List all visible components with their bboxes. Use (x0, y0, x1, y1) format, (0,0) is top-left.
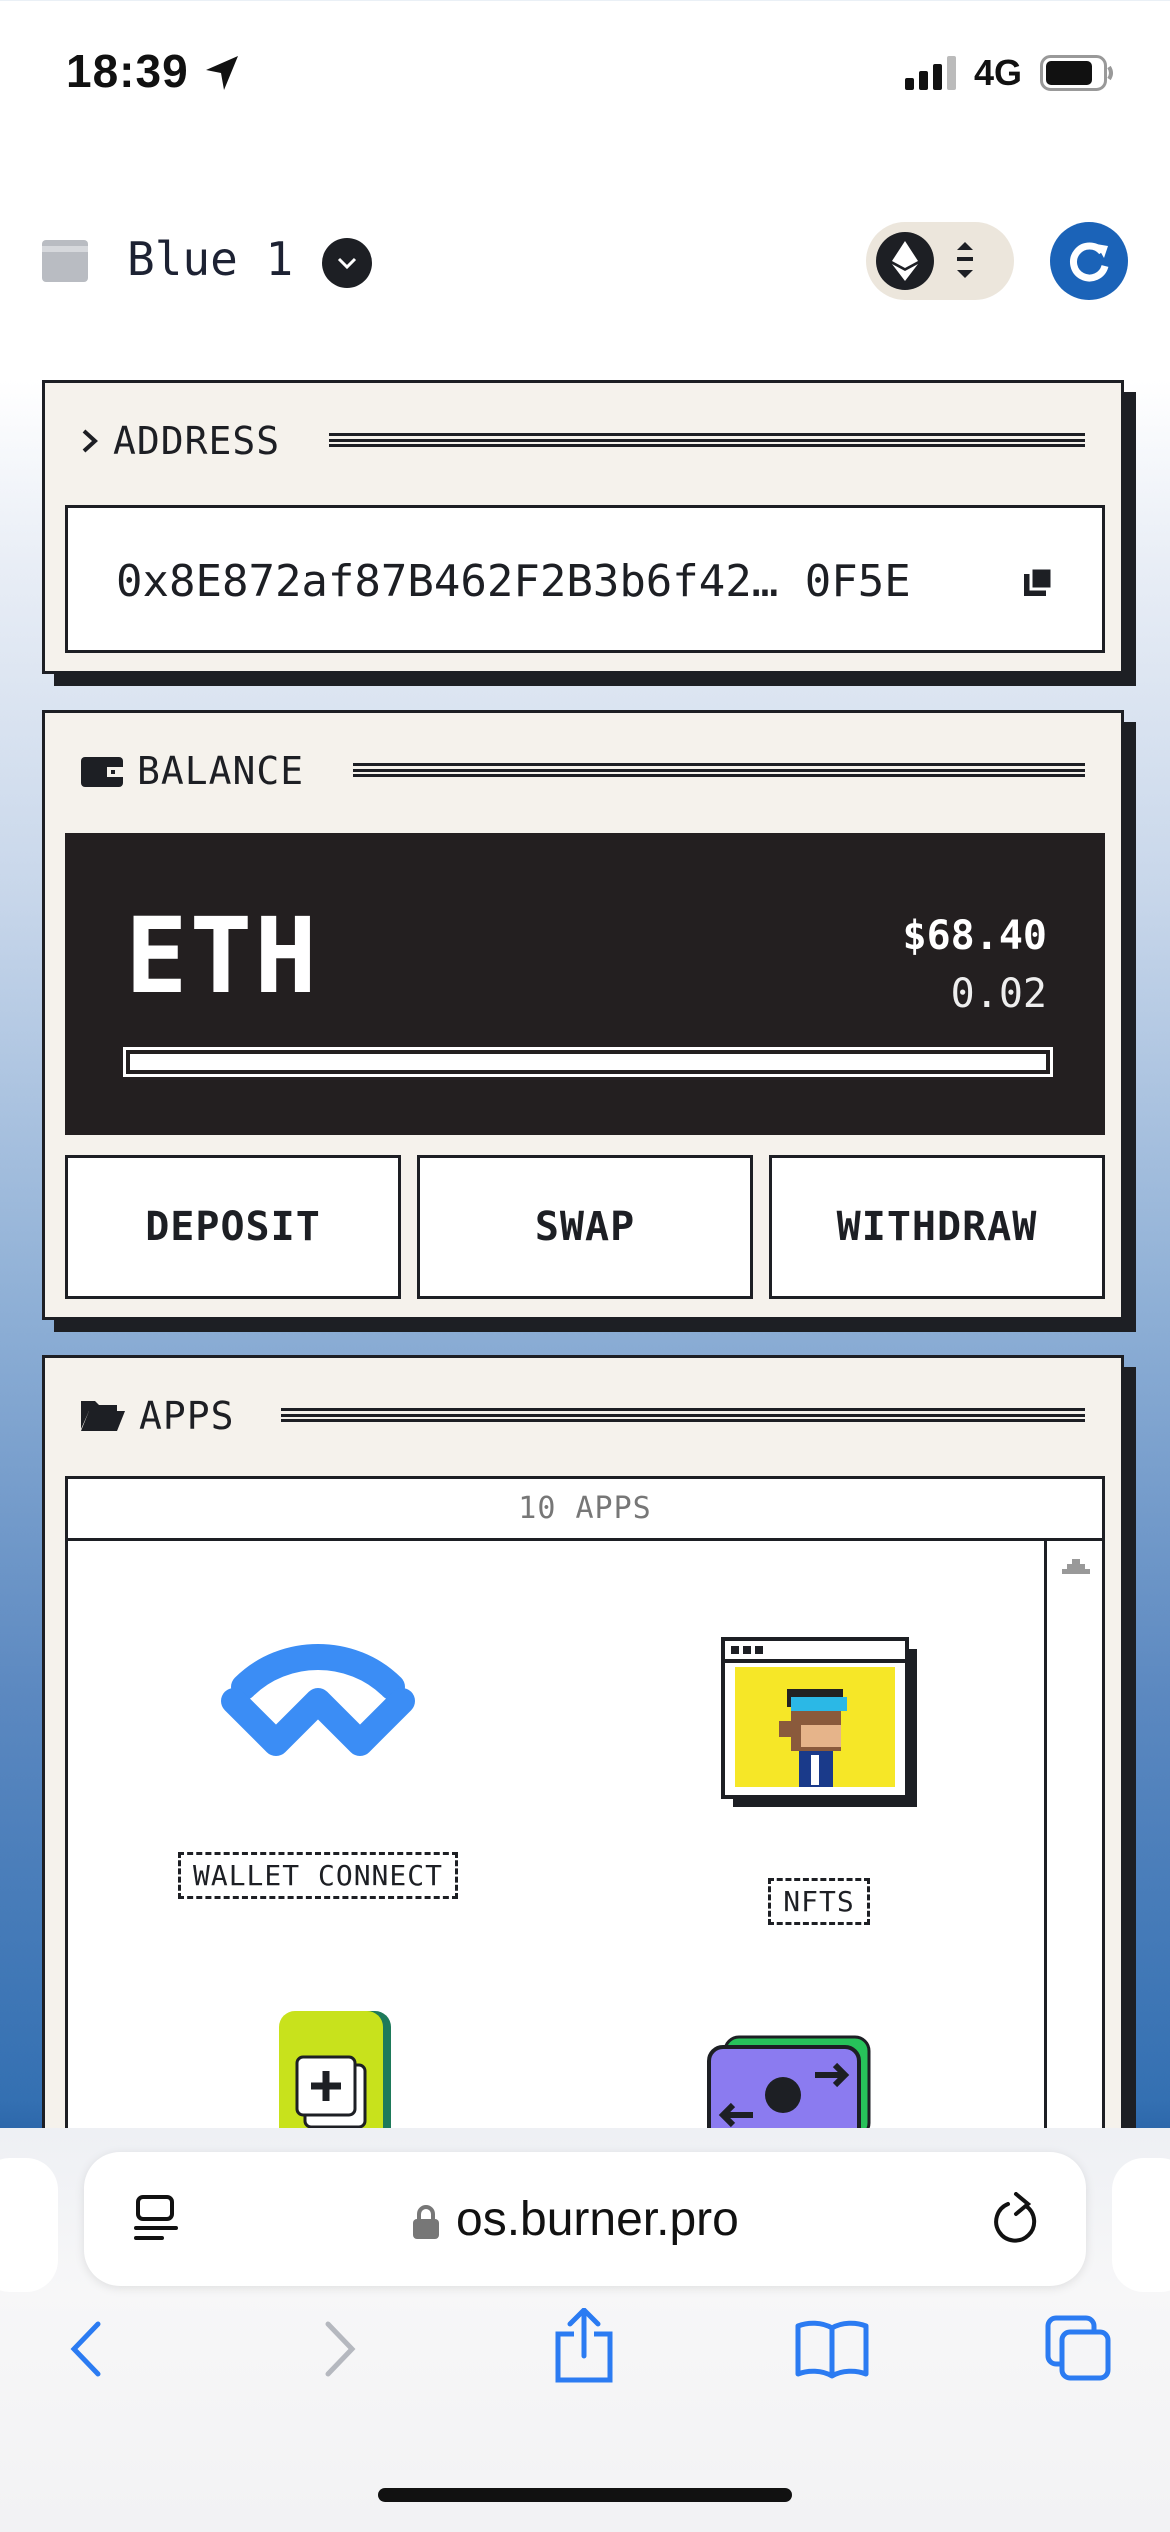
home-indicator (378, 2488, 792, 2502)
wallet-dropdown-button[interactable] (322, 238, 372, 288)
bookmarks-icon[interactable] (794, 2318, 870, 2380)
status-bar: 18:39 4G (0, 0, 1170, 150)
title-divider (329, 433, 1085, 447)
status-time: 18:39 (66, 45, 189, 97)
apps-card: APPS 10 APPS WALLET CONNECT NFTS (42, 1355, 1124, 2255)
app-label: WALLET CONNECT (177, 1852, 458, 1899)
wallet-icon (81, 757, 123, 787)
url-text[interactable]: os.burner.pro (456, 2192, 739, 2247)
network-type: 4G (974, 52, 1023, 93)
network-switcher[interactable] (866, 222, 1014, 300)
apps-grid-window: 10 APPS WALLET CONNECT NFTS (65, 1476, 1105, 2176)
apps-scrollbar[interactable] (1044, 1541, 1102, 2173)
wallet-icon[interactable] (40, 238, 92, 284)
wallet-name[interactable]: Blue 1 (127, 232, 293, 286)
swap-vertical-icon (957, 242, 973, 278)
ethereum-icon (876, 232, 934, 290)
balance-progress-bar (123, 1047, 1053, 1077)
balance-card-header: BALANCE (81, 749, 304, 793)
location-arrow-icon (206, 56, 238, 90)
tabs-icon[interactable] (1044, 2314, 1114, 2384)
address-card: ADDRESS 0x8E872af87B462F2B3b6f42… 0F5E (42, 380, 1124, 674)
nft-ape-icon (721, 1637, 917, 1807)
wallet-address[interactable]: 0x8E872af87B462F2B3b6f42… 0F5E (116, 556, 911, 607)
next-tab-preview[interactable] (1112, 2158, 1170, 2292)
address-card-header: ADDRESS (81, 419, 280, 463)
chevron-down-icon (337, 257, 357, 270)
apps-card-header: APPS (81, 1394, 235, 1438)
copy-icon[interactable] (1022, 566, 1054, 598)
lock-icon (413, 2205, 439, 2239)
app-wallet-connect[interactable]: WALLET CONNECT (168, 1639, 468, 1899)
folder-open-icon (81, 1401, 125, 1431)
address-bar[interactable]: os.burner.pro (84, 2152, 1086, 2286)
browser-toolbar: os.burner.pro (0, 2128, 1170, 2532)
back-icon[interactable] (66, 2318, 106, 2380)
title-divider (353, 763, 1085, 777)
balance-card: BALANCE ETH $68.40 0.02 DEPOSIT SWAP WIT… (42, 710, 1124, 1320)
address-title: ADDRESS (113, 419, 281, 463)
forward-icon[interactable] (320, 2318, 360, 2380)
balance-display: ETH $68.40 0.02 (65, 833, 1105, 1135)
chevron-right-icon (82, 429, 98, 453)
reload-icon[interactable] (992, 2192, 1042, 2246)
tab-overview-icon[interactable] (132, 2194, 180, 2244)
share-icon[interactable] (552, 2308, 616, 2384)
walletconnect-icon (221, 1644, 415, 1756)
token-amount: 0.02 (950, 971, 1047, 1017)
withdraw-button[interactable]: WITHDRAW (769, 1155, 1105, 1299)
app-nfts[interactable]: NFTS (694, 1637, 944, 1925)
scroll-up-arrow-icon[interactable] (1061, 1557, 1091, 1577)
app-label: NFTS (768, 1878, 870, 1925)
balance-progress-fill (130, 1054, 1046, 1070)
cellular-signal-icon (905, 56, 956, 90)
apps-count: 10 APPS (68, 1479, 1102, 1541)
refresh-icon (1070, 242, 1109, 282)
swap-button[interactable]: SWAP (417, 1155, 753, 1299)
balance-title: BALANCE (137, 749, 305, 793)
address-field[interactable]: 0x8E872af87B462F2B3b6f42… 0F5E (65, 505, 1105, 653)
usd-value: $68.40 (902, 913, 1048, 959)
title-divider (281, 1408, 1085, 1422)
refresh-button[interactable] (1050, 222, 1128, 300)
previous-tab-preview[interactable] (0, 2158, 58, 2292)
token-symbol: ETH (125, 895, 319, 1017)
deposit-button[interactable]: DEPOSIT (65, 1155, 401, 1299)
battery-icon (1040, 55, 1113, 91)
apps-title: APPS (139, 1394, 235, 1438)
